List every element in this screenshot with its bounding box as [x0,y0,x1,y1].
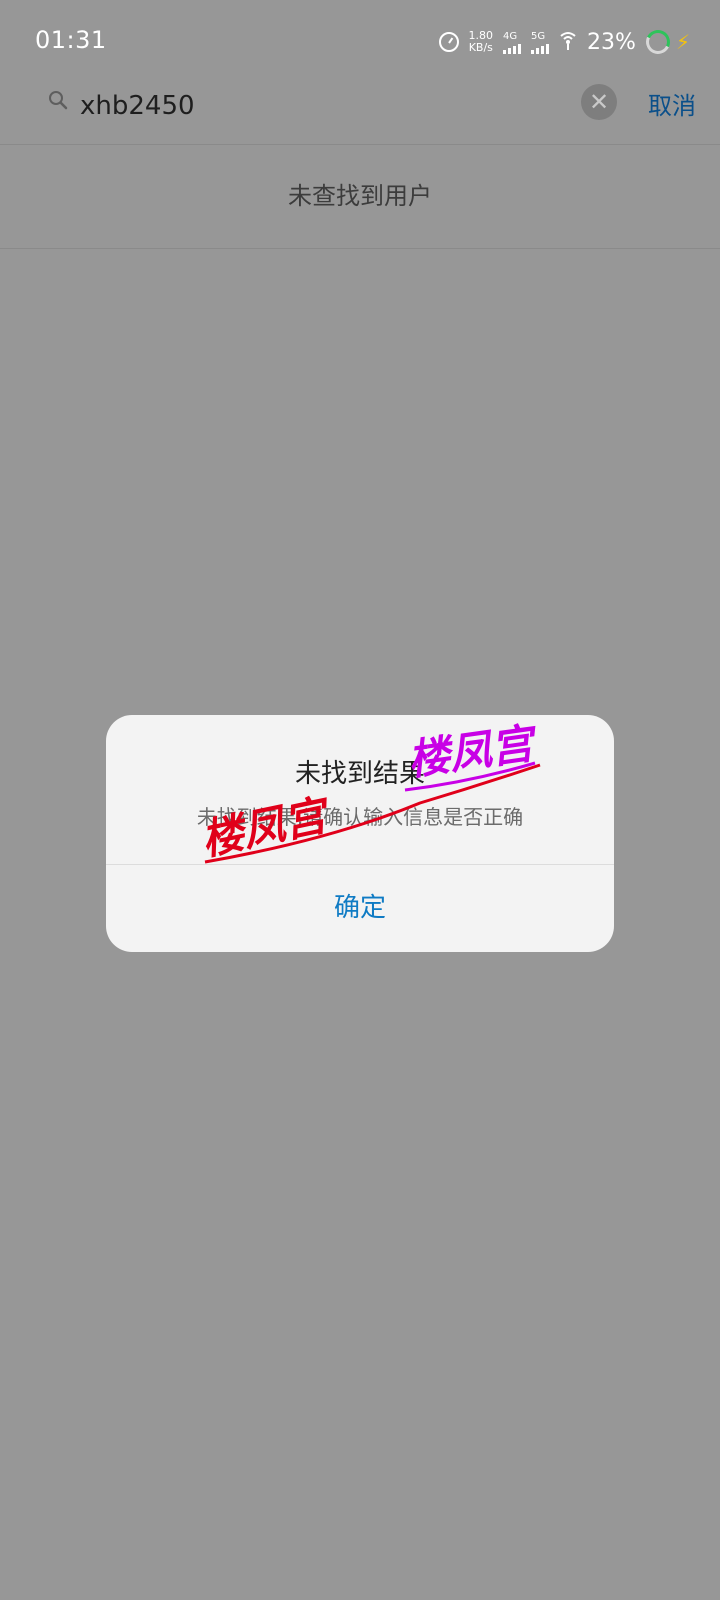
wifi-icon [559,29,577,56]
confirm-button[interactable]: 确定 [106,865,614,952]
search-icon [49,91,68,110]
network-speed-unit: KB/s [468,41,493,54]
signal-4g: 4G [503,30,522,54]
battery-percent: 23% [587,29,636,55]
divider [0,248,720,249]
dialog-title: 未找到结果 [294,759,425,789]
charging-bolt-icon: ⚡ [675,30,690,54]
close-icon: ✕ [588,88,610,116]
cancel-button[interactable]: 取消 [648,86,696,126]
network-speed: 1.80 KB/s [469,30,494,54]
empty-result-text: 未查找到用户 [288,182,432,210]
battery-ring-icon [642,26,674,58]
signal-bars-icon [531,43,550,54]
status-bar: 01:31 1.80 KB/s 4G 5G 23% ⚡ [0,0,720,86]
clear-search-button[interactable]: ✕ [581,84,617,120]
signal-bars-icon [503,43,522,54]
signal-4g-label: 4G [503,30,518,42]
signal-5g-label: 5G [531,30,546,42]
divider [0,144,720,145]
search-input[interactable]: xhb2450 [80,86,195,126]
alert-dialog: 未找到结果 未找到结果,请确认输入信息是否正确 确定 [106,715,614,952]
search-bar: xhb2450 ✕ 取消 [0,84,720,144]
dialog-message: 未找到结果,请确认输入信息是否正确 [196,805,524,829]
alarm-icon [438,32,459,52]
clock: 01:31 [35,26,107,54]
status-icons: 1.80 KB/s 4G 5G 23% ⚡ [438,24,690,60]
signal-5g: 5G [531,30,550,54]
